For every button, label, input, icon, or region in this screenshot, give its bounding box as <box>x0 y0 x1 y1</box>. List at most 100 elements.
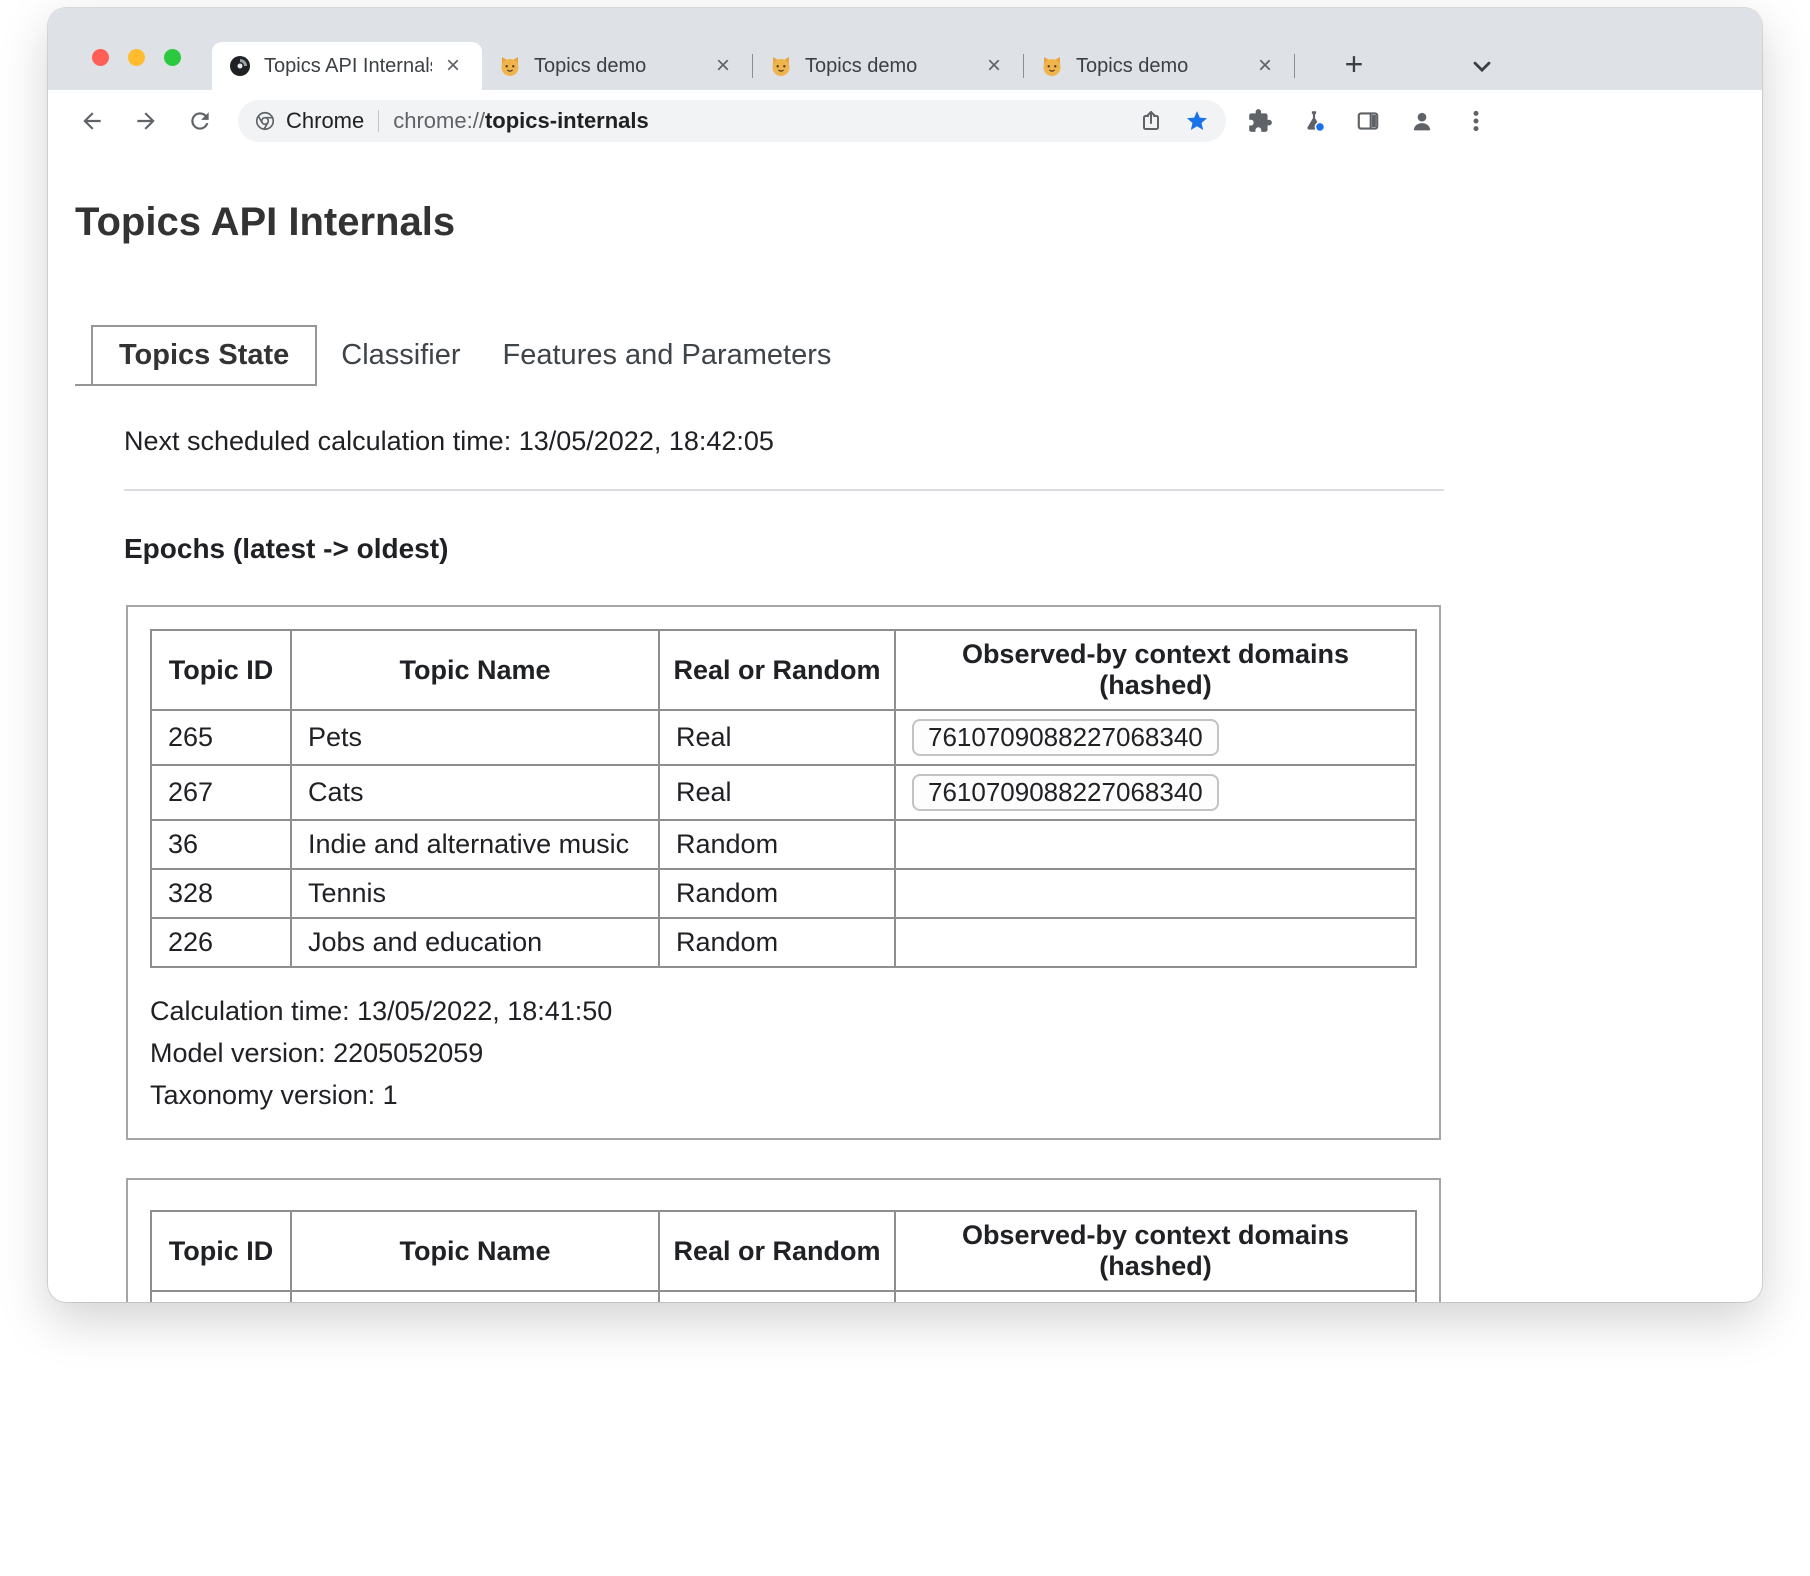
site-chip-label: Chrome <box>286 108 364 134</box>
zoom-window-button[interactable] <box>164 49 181 66</box>
new-tab-button[interactable]: + <box>1334 44 1374 84</box>
close-tab-icon[interactable]: × <box>440 53 466 79</box>
epoch-info: Calculation time: 13/05/2022, 18:41:50 M… <box>150 990 1417 1116</box>
tab-separator <box>1294 54 1295 78</box>
browser-tabs: Topics API Internals × Topics demo × Top… <box>212 42 1295 90</box>
real-or-random-cell: Real <box>659 710 895 765</box>
tab-topics-state[interactable]: Topics State <box>91 325 317 386</box>
hashed-domain-value: 7610709088227068340 <box>912 719 1219 756</box>
bookmark-star-icon[interactable] <box>1178 102 1216 140</box>
tab-title: Topics API Internals <box>264 55 432 78</box>
real-or-random-cell: Random <box>659 1291 895 1302</box>
chevron-down-icon[interactable] <box>1468 52 1496 80</box>
url-text: chrome://topics-internals <box>393 108 649 134</box>
domains-cell <box>895 918 1416 967</box>
table-row: 123 Printing and publishing Random <box>151 1291 1416 1302</box>
col-header-topic-name: Topic Name <box>291 1211 659 1291</box>
internals-favicon-icon <box>228 54 252 78</box>
col-header-topic-id: Topic ID <box>151 630 291 710</box>
cat-favicon-icon <box>498 54 522 78</box>
domains-cell <box>895 1291 1416 1302</box>
browser-toolbar: Chrome chrome://topics-internals <box>48 90 1762 152</box>
hashed-domain-value: 7610709088227068340 <box>912 774 1219 811</box>
tab-classifier[interactable]: Classifier <box>341 339 460 386</box>
side-panel-icon[interactable] <box>1348 101 1388 141</box>
topics-table: Topic ID Topic Name Real or Random Obser… <box>150 1210 1417 1302</box>
close-tab-icon[interactable]: × <box>981 53 1007 79</box>
window-controls <box>92 49 181 66</box>
domains-cell: 7610709088227068340 <box>895 710 1416 765</box>
table-header-row: Topic ID Topic Name Real or Random Obser… <box>151 1211 1416 1291</box>
url-scheme: chrome:// <box>393 108 485 133</box>
col-header-topic-name: Topic Name <box>291 630 659 710</box>
page-title: Topics API Internals <box>75 200 1762 245</box>
taxonomy-version: Taxonomy version: 1 <box>150 1074 1417 1116</box>
real-or-random-cell: Random <box>659 869 895 918</box>
page-content: Topics API Internals Topics State Classi… <box>48 152 1762 1302</box>
topic-name-cell: Cats <box>291 765 659 820</box>
col-header-observed-by: Observed-by context domains (hashed) <box>895 1211 1416 1291</box>
topic-id-cell: 328 <box>151 869 291 918</box>
toolbar-actions <box>1240 101 1496 141</box>
menu-dots-icon[interactable] <box>1456 101 1496 141</box>
minimize-window-button[interactable] <box>128 49 145 66</box>
topic-id-cell: 226 <box>151 918 291 967</box>
tab-title: Topics demo <box>1076 55 1244 78</box>
topic-id-cell: 265 <box>151 710 291 765</box>
close-window-button[interactable] <box>92 49 109 66</box>
topic-name-cell: Printing and publishing <box>291 1291 659 1302</box>
labs-flask-icon[interactable] <box>1294 101 1334 141</box>
topic-name-cell: Tennis <box>291 869 659 918</box>
table-row: 36 Indie and alternative music Random <box>151 820 1416 869</box>
browser-tab-topics-demo-3[interactable]: Topics demo × <box>1024 42 1294 90</box>
back-button[interactable] <box>70 99 114 143</box>
col-header-real-or-random: Real or Random <box>659 1211 895 1291</box>
browser-tab-topics-demo-2[interactable]: Topics demo × <box>753 42 1023 90</box>
share-icon[interactable] <box>1132 102 1170 140</box>
domains-cell: 7610709088227068340 <box>895 765 1416 820</box>
table-row: 328 Tennis Random <box>151 869 1416 918</box>
topic-id-cell: 36 <box>151 820 291 869</box>
browser-window: Topics API Internals × Topics demo × Top… <box>48 8 1762 1302</box>
address-bar[interactable]: Chrome chrome://topics-internals <box>238 100 1226 142</box>
col-header-observed-by: Observed-by context domains (hashed) <box>895 630 1416 710</box>
topic-name-cell: Indie and alternative music <box>291 820 659 869</box>
profile-avatar-icon[interactable] <box>1402 101 1442 141</box>
chrome-logo-icon <box>254 110 276 132</box>
forward-button[interactable] <box>124 99 168 143</box>
close-tab-icon[interactable]: × <box>710 53 736 79</box>
topic-name-cell: Jobs and education <box>291 918 659 967</box>
extensions-puzzle-icon[interactable] <box>1240 101 1280 141</box>
tab-bar-edge <box>75 328 91 386</box>
next-calculation-time: Next scheduled calculation time: 13/05/2… <box>124 426 1762 457</box>
real-or-random-cell: Real <box>659 765 895 820</box>
col-header-real-or-random: Real or Random <box>659 630 895 710</box>
tab-features-and-parameters[interactable]: Features and Parameters <box>503 339 832 386</box>
topics-table: Topic ID Topic Name Real or Random Obser… <box>150 629 1417 968</box>
browser-tab-topics-demo-1[interactable]: Topics demo × <box>482 42 752 90</box>
domains-cell <box>895 869 1416 918</box>
epochs-heading: Epochs (latest -> oldest) <box>124 533 1762 565</box>
tab-title: Topics demo <box>534 55 702 78</box>
table-row: 267 Cats Real 7610709088227068340 <box>151 765 1416 820</box>
section-divider <box>124 489 1444 491</box>
tab-title: Topics demo <box>805 55 973 78</box>
table-header-row: Topic ID Topic Name Real or Random Obser… <box>151 630 1416 710</box>
model-version: Model version: 2205052059 <box>150 1032 1417 1074</box>
topic-id-cell: 123 <box>151 1291 291 1302</box>
chip-divider <box>378 110 379 132</box>
browser-tab-topics-internals[interactable]: Topics API Internals × <box>212 42 482 90</box>
close-tab-icon[interactable]: × <box>1252 53 1278 79</box>
calculation-time: Calculation time: 13/05/2022, 18:41:50 <box>150 990 1417 1032</box>
topic-name-cell: Pets <box>291 710 659 765</box>
col-header-topic-id: Topic ID <box>151 1211 291 1291</box>
topic-id-cell: 267 <box>151 765 291 820</box>
reload-button[interactable] <box>178 99 222 143</box>
cat-favicon-icon <box>1040 54 1064 78</box>
real-or-random-cell: Random <box>659 918 895 967</box>
url-host: topics-internals <box>485 108 649 133</box>
domains-cell <box>895 820 1416 869</box>
table-row: 226 Jobs and education Random <box>151 918 1416 967</box>
cat-favicon-icon <box>769 54 793 78</box>
tab-strip: Topics API Internals × Topics demo × Top… <box>48 8 1762 90</box>
